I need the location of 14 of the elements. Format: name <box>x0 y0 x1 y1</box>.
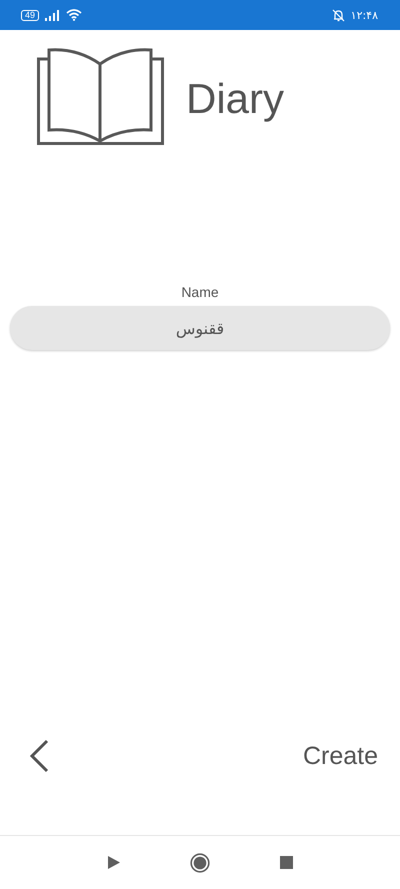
signal-icon <box>45 10 60 20</box>
battery-indicator: 49 <box>21 10 40 20</box>
open-book-icon <box>37 48 164 145</box>
field-label: Name <box>181 284 219 300</box>
app-title: Diary <box>186 75 284 123</box>
home-circle-icon[interactable] <box>190 852 210 872</box>
recents-square-icon[interactable] <box>280 856 292 869</box>
create-button[interactable]: Create <box>302 742 378 770</box>
clock-time: ۱۲:۴۸ <box>350 8 378 22</box>
bell-off-icon <box>332 8 345 22</box>
back-triangle-icon[interactable] <box>108 856 120 869</box>
name-input-field[interactable]: ققنوس <box>10 306 390 350</box>
back-chevron-icon[interactable] <box>28 739 50 773</box>
wifi-icon <box>66 9 82 21</box>
